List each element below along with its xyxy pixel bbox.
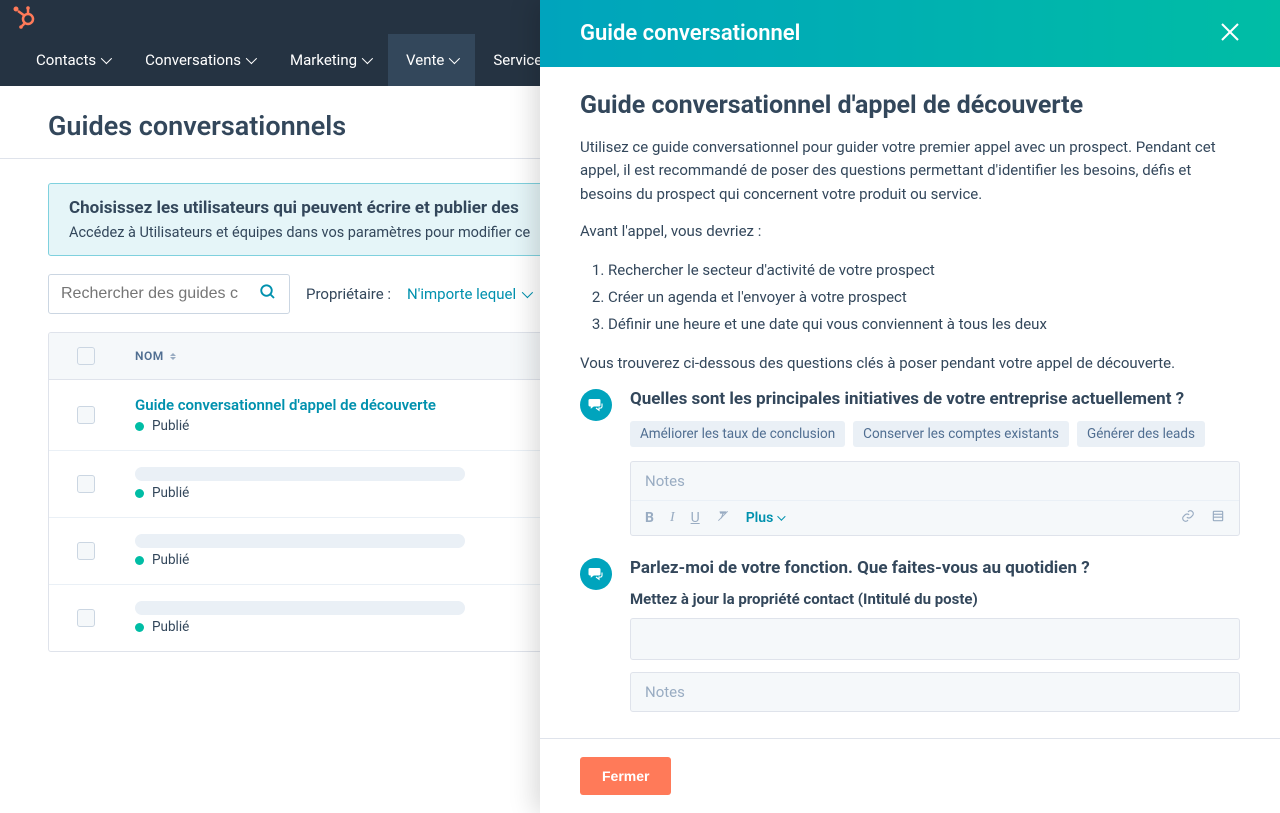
snippet-button[interactable] [1211, 509, 1225, 527]
row-title-placeholder [135, 467, 465, 481]
owner-filter-value[interactable]: N'importe lequel [407, 285, 530, 303]
chevron-down-icon [246, 53, 257, 64]
property-input[interactable] [630, 618, 1240, 660]
question-icon [580, 558, 612, 590]
select-all-checkbox[interactable] [77, 347, 95, 365]
more-formatting-button[interactable]: Plus [746, 510, 784, 526]
playbook-intro: Utilisez ce guide conversationnel pour g… [580, 136, 1240, 206]
row-checkbox[interactable] [77, 475, 95, 493]
chip-option[interactable]: Générer des leads [1077, 421, 1205, 447]
answer-chips: Améliorer les taux de conclusion Conserv… [630, 421, 1240, 447]
row-title-placeholder [135, 534, 465, 548]
italic-button[interactable]: I [670, 510, 675, 526]
sort-icon [170, 353, 176, 360]
notes-editor[interactable]: Notes B I U Plus [630, 461, 1240, 536]
notes-toolbar: B I U Plus [631, 501, 1239, 535]
search-icon[interactable] [259, 283, 277, 306]
notes-placeholder[interactable]: Notes [631, 462, 1239, 501]
list-item: Rechercher le secteur d'activité de votr… [608, 257, 1240, 284]
row-checkbox[interactable] [77, 542, 95, 560]
nav-marketing[interactable]: Marketing [272, 34, 388, 86]
chevron-down-icon [777, 513, 785, 521]
search-input[interactable] [61, 285, 253, 303]
question-title: Quelles sont les principales initiatives… [630, 389, 1240, 409]
nav-contacts[interactable]: Contacts [18, 34, 127, 86]
status-dot-icon [135, 623, 144, 632]
underline-button[interactable]: U [691, 510, 700, 526]
row-title-placeholder [135, 601, 465, 615]
chevron-down-icon [449, 53, 460, 64]
question-subtitle: Mettez à jour la propriété contact (Inti… [630, 590, 1240, 608]
clear-format-button[interactable] [716, 509, 730, 527]
status-dot-icon [135, 556, 144, 565]
question-block-2: Parlez-moi de votre fonction. Que faites… [580, 558, 1240, 712]
link-button[interactable] [1181, 509, 1195, 527]
notes-editor[interactable]: Notes [630, 672, 1240, 712]
nav-conversations[interactable]: Conversations [127, 34, 272, 86]
panel-header: Guide conversationnel [540, 0, 1280, 67]
chip-option[interactable]: Améliorer les taux de conclusion [630, 421, 845, 447]
bold-button[interactable]: B [645, 510, 654, 526]
panel-footer: Fermer [540, 738, 1280, 813]
panel-title: Guide conversationnel [580, 21, 800, 46]
chevron-down-icon [522, 287, 533, 298]
playbook-panel: Guide conversationnel Guide conversation… [540, 0, 1280, 813]
before-call-label: Avant l'appel, vous devriez : [580, 220, 1240, 243]
row-checkbox[interactable] [77, 406, 95, 424]
nav-vente[interactable]: Vente [388, 34, 475, 86]
row-checkbox[interactable] [77, 609, 95, 627]
panel-body[interactable]: Guide conversationnel d'appel de découve… [540, 67, 1280, 738]
question-block-1: Quelles sont les principales initiatives… [580, 389, 1240, 536]
close-button[interactable]: Fermer [580, 757, 671, 795]
owner-filter-label: Propriétaire : [306, 285, 391, 303]
status-dot-icon [135, 422, 144, 431]
hubspot-logo-icon [12, 5, 36, 29]
before-call-list: Rechercher le secteur d'activité de votr… [608, 257, 1240, 338]
below-text: Vous trouverez ci-dessous des questions … [580, 352, 1240, 375]
list-item: Créer un agenda et l'envoyer à votre pro… [608, 284, 1240, 311]
list-item: Définir une heure et une date qui vous c… [608, 311, 1240, 338]
question-title: Parlez-moi de votre fonction. Que faites… [630, 558, 1240, 578]
search-input-wrap[interactable] [48, 274, 290, 314]
chevron-down-icon [362, 53, 373, 64]
chevron-down-icon [101, 53, 112, 64]
status-dot-icon [135, 489, 144, 498]
chip-option[interactable]: Conserver les comptes existants [853, 421, 1069, 447]
close-panel-button[interactable] [1220, 18, 1240, 49]
question-icon [580, 389, 612, 421]
notes-placeholder[interactable]: Notes [631, 673, 1239, 711]
playbook-heading: Guide conversationnel d'appel de découve… [580, 91, 1240, 120]
column-header-name[interactable]: NOM [135, 349, 176, 363]
